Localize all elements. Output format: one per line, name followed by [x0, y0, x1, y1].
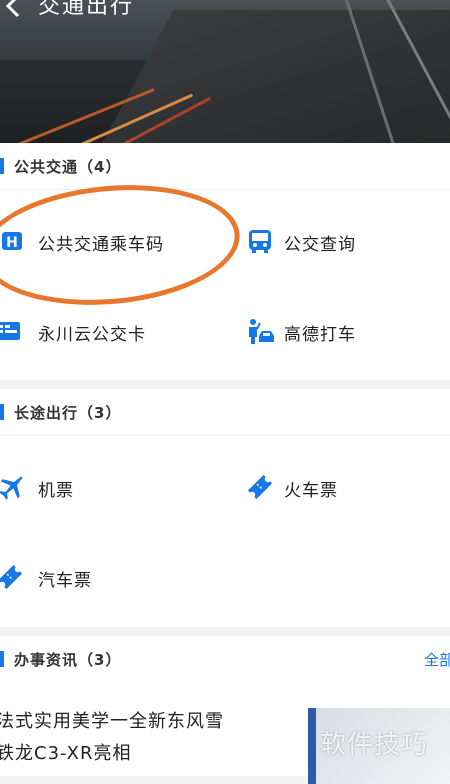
service-label: 机票	[38, 481, 74, 501]
watermark-text: 软件技巧	[320, 730, 429, 760]
airplane-icon	[0, 476, 23, 500]
section-header: 长途出行（3）	[0, 389, 450, 436]
news-headline-line: 铁龙C3-XR亮相	[0, 743, 132, 764]
service-yongchuan-card[interactable]: 永川云公交卡	[0, 311, 210, 351]
section-accent-bar	[0, 158, 4, 174]
service-flight-ticket[interactable]: 机票	[0, 467, 210, 507]
service-label: 公交查询	[284, 235, 356, 255]
service-bus-ticket[interactable]: 汽车票	[0, 557, 210, 597]
section-header: 公共交通（4）	[0, 143, 450, 190]
section-long-distance: 长途出行（3） 机票 火车票 汽车票	[0, 389, 450, 627]
header-banner: 交通出行	[0, 0, 450, 143]
section-title: 长途出行（3）	[14, 404, 122, 422]
transit-card-icon	[0, 322, 20, 340]
page-title: 交通出行	[38, 0, 135, 19]
train-ticket-icon	[247, 474, 273, 500]
section-title: 办事资讯（3）	[14, 651, 122, 669]
header-bar: 交通出行	[0, 0, 450, 28]
news-headline[interactable]: 法式实用美学一全新东风雪 铁龙C3-XR亮相	[0, 706, 292, 770]
service-label: 火车票	[284, 481, 338, 501]
service-label: 汽车票	[38, 571, 92, 591]
section-title: 公共交通（4）	[14, 158, 122, 176]
service-amap-taxi[interactable]: 高德打车	[246, 311, 450, 351]
back-arrow-icon[interactable]	[4, 0, 24, 18]
service-label: 永川云公交卡	[38, 325, 146, 345]
bus-icon	[249, 230, 271, 253]
bus-ticket-icon	[0, 564, 23, 590]
section-header: 办事资讯（3） 全部	[0, 636, 450, 682]
news-thumbnail-edge	[308, 708, 316, 784]
section-accent-bar	[0, 404, 4, 420]
service-label: 高德打车	[284, 325, 356, 345]
view-all-link[interactable]: 全部	[424, 649, 450, 670]
taxi-hail-icon	[249, 319, 274, 344]
service-bus-query[interactable]: 公交查询	[246, 221, 450, 261]
news-headline-line: 法式实用美学一全新东风雪	[0, 711, 224, 732]
service-train-ticket[interactable]: 火车票	[246, 467, 450, 507]
section-accent-bar	[0, 651, 4, 667]
